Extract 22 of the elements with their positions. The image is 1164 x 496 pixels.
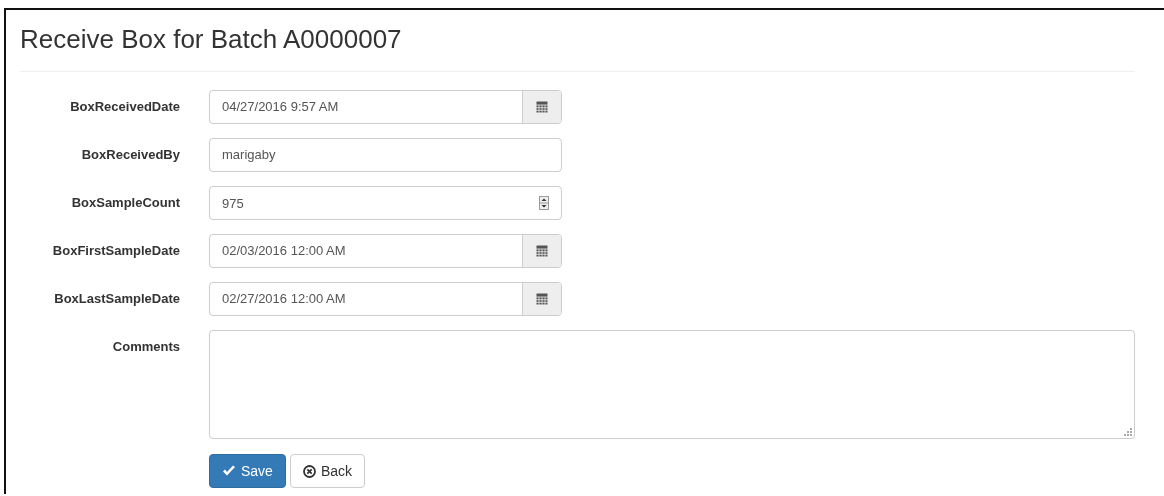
comments-field[interactable]	[209, 330, 1135, 439]
date-field[interactable]: 04/27/2016 9:57 AM	[209, 90, 562, 124]
field-label: Comments	[111, 338, 180, 354]
page-title: Receive Box for Batch A0000007	[20, 23, 403, 56]
input-field[interactable]: marigaby	[209, 138, 562, 172]
date-field[interactable]: 02/03/2016 12:00 AM	[209, 234, 562, 268]
calendar-icon[interactable]	[536, 245, 548, 257]
date-field[interactable]: 02/27/2016 12:00 AM	[209, 282, 562, 316]
close-circle-icon	[302, 464, 316, 478]
calendar-icon[interactable]	[536, 101, 548, 113]
checkmark-icon	[222, 465, 236, 477]
number-field[interactable]: 975	[209, 186, 562, 220]
field-label: BoxFirstSampleDate	[51, 242, 180, 258]
calendar-icon[interactable]	[536, 293, 548, 305]
field-label: BoxReceivedBy	[80, 146, 180, 162]
save-button[interactable]: Save	[209, 454, 286, 488]
back-button[interactable]: Back	[289, 454, 366, 488]
spinner-icon[interactable]	[539, 196, 549, 210]
field-label: BoxSampleCount	[70, 194, 180, 210]
field-label: BoxReceivedDate	[69, 98, 180, 114]
field-label: BoxLastSampleDate	[53, 290, 180, 306]
resize-grip-icon[interactable]	[1124, 428, 1132, 436]
